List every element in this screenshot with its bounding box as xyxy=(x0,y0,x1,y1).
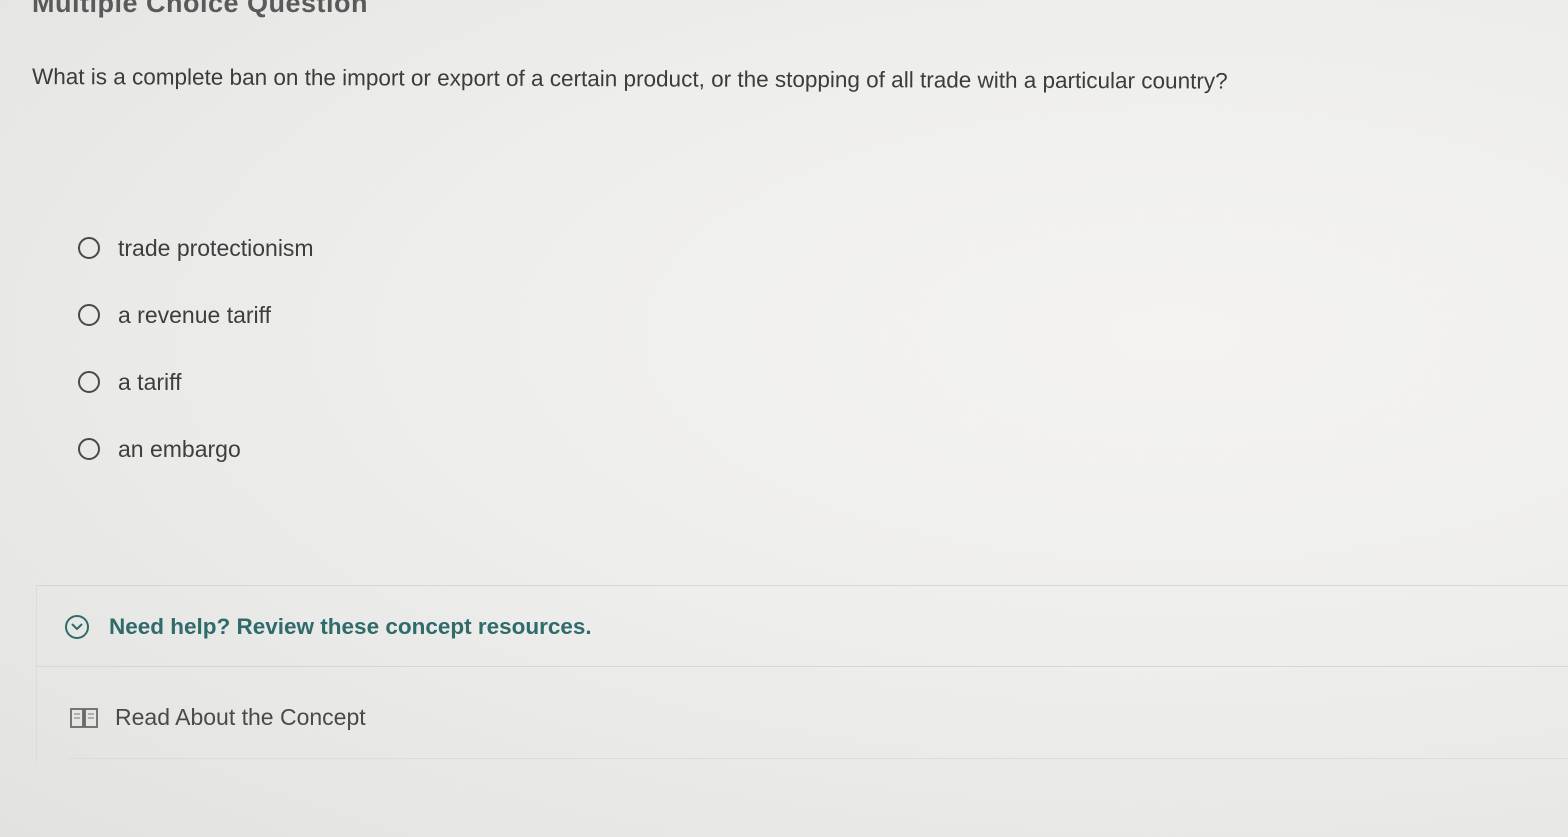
radio-button[interactable] xyxy=(78,237,100,259)
choice-tariff[interactable]: a tariff xyxy=(78,362,678,402)
choice-label: a revenue tariff xyxy=(118,301,272,328)
concept-resources-title: Need help? Review these concept resource… xyxy=(109,614,592,639)
radio-button[interactable] xyxy=(78,438,100,460)
divider xyxy=(37,666,1568,667)
answer-choices: trade protectionism a revenue tariff a t… xyxy=(78,228,678,496)
page-title: Multiple Choice Question xyxy=(32,0,369,18)
read-about-concept-link[interactable]: Read About the Concept xyxy=(69,704,366,731)
choice-embargo[interactable]: an embargo xyxy=(78,429,678,469)
book-icon xyxy=(69,706,99,730)
read-about-concept-label: Read About the Concept xyxy=(115,704,366,730)
question-prompt: What is a complete ban on the import or … xyxy=(31,64,1228,94)
concept-resources-toggle[interactable]: Need help? Review these concept resource… xyxy=(65,614,592,640)
choice-trade-protectionism[interactable]: trade protectionism xyxy=(78,228,678,268)
choice-label: a tariff xyxy=(118,368,182,395)
choice-label: an embargo xyxy=(118,435,241,462)
choice-revenue-tariff[interactable]: a revenue tariff xyxy=(78,295,678,335)
concept-resources-panel: Need help? Review these concept resource… xyxy=(36,585,1568,763)
radio-button[interactable] xyxy=(78,304,100,326)
divider xyxy=(67,758,1567,759)
choice-label: trade protectionism xyxy=(118,234,314,261)
radio-button[interactable] xyxy=(78,371,100,393)
chevron-down-icon xyxy=(65,615,89,639)
